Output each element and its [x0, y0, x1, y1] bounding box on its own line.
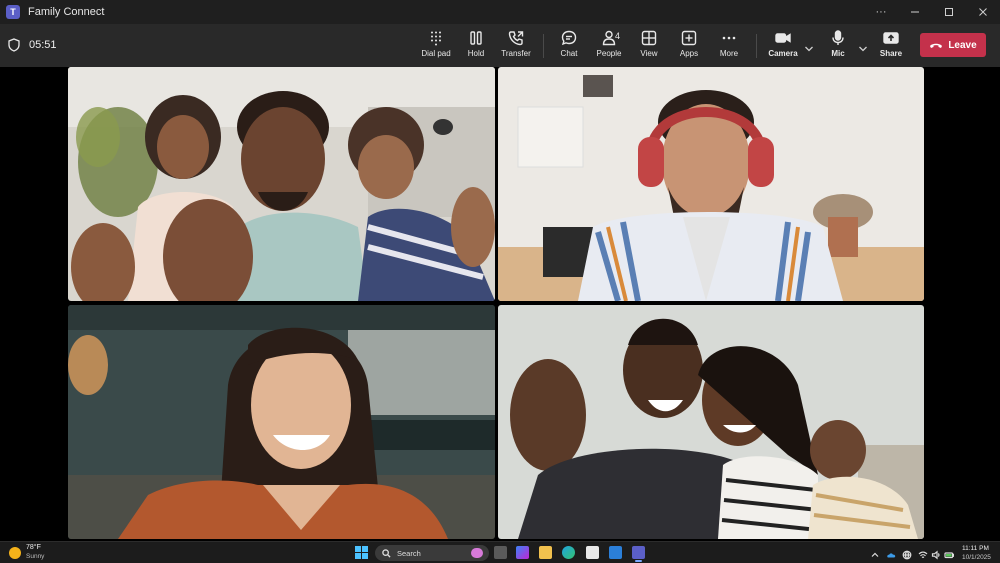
teams-taskbar-icon[interactable]: [632, 546, 645, 562]
more-options-icon: ···: [875, 6, 887, 18]
toolbar-divider: [756, 34, 757, 58]
camera-options-button[interactable]: [804, 40, 814, 52]
onedrive-icon[interactable]: [886, 547, 896, 558]
family-with-baby-video: [498, 305, 924, 539]
call-toolbar: 05:51 Dial pad Hold Transfer Chat 4 Peop…: [0, 24, 1000, 67]
close-icon: [979, 8, 987, 16]
transfer-button[interactable]: Transfer: [495, 30, 537, 62]
chevron-down-icon: [805, 46, 813, 52]
view-label: View: [640, 49, 658, 58]
battery-icon[interactable]: [944, 547, 955, 559]
participant-video-tile[interactable]: [68, 67, 495, 301]
store-icon[interactable]: [609, 546, 622, 559]
ellipsis-icon: [722, 36, 736, 40]
volume-icon[interactable]: [931, 547, 941, 560]
mic-options-button[interactable]: [858, 40, 868, 52]
title-bar: T Family Connect ···: [0, 0, 1000, 24]
search-icon: [382, 548, 391, 558]
clock-date[interactable]: 10/1/2025: [962, 554, 991, 561]
mic-label: Mic: [831, 49, 845, 58]
grid-view-icon: [641, 30, 657, 46]
more-button[interactable]: More: [708, 30, 750, 62]
chat-icon: [561, 30, 577, 46]
participant-video-tile[interactable]: [498, 67, 924, 301]
people-button[interactable]: 4 People: [588, 30, 630, 62]
leave-label: Leave: [948, 39, 977, 51]
leave-call-button[interactable]: Leave: [920, 33, 986, 57]
toolbar-divider: [543, 34, 544, 58]
windows-taskbar: 78°F Sunny Search 11:11 PM 10/1/2025: [0, 541, 1000, 563]
window-controls: ···: [864, 0, 1000, 24]
windows-start-icon[interactable]: [355, 546, 368, 559]
camera-button[interactable]: Camera: [762, 30, 804, 62]
hold-label: Hold: [467, 49, 485, 58]
more-options-button[interactable]: ···: [864, 0, 898, 24]
video-stage: [0, 67, 1000, 541]
window-title: Family Connect: [28, 6, 105, 18]
participant-video-tile[interactable]: [68, 305, 495, 539]
man-with-headphones-video: [498, 67, 924, 301]
mic-button[interactable]: Mic: [817, 30, 859, 62]
weather-description[interactable]: Sunny: [26, 553, 44, 560]
edge-browser-icon[interactable]: [562, 546, 575, 559]
more-label: More: [719, 49, 739, 58]
file-explorer-icon[interactable]: [539, 546, 552, 559]
add-app-icon: [681, 30, 697, 46]
teams-logo-icon: T: [6, 5, 20, 19]
calendar-icon[interactable]: [586, 546, 599, 559]
wifi-icon[interactable]: [918, 547, 928, 558]
network-icon[interactable]: [902, 547, 912, 560]
dial-pad-label: Dial pad: [421, 49, 451, 58]
phone-transfer-icon: [508, 31, 524, 46]
chat-button[interactable]: Chat: [548, 30, 590, 62]
share-label: Share: [879, 49, 903, 58]
task-view-icon[interactable]: [494, 546, 507, 559]
people-label: People: [596, 49, 622, 58]
woman-smiling-video: [68, 305, 495, 539]
transfer-label: Transfer: [501, 49, 531, 58]
clock-time[interactable]: 11:11 PM: [962, 545, 989, 552]
hang-up-icon: [930, 43, 943, 48]
chat-label: Chat: [560, 49, 578, 58]
microphone-icon: [832, 30, 844, 45]
pause-icon: [470, 31, 482, 45]
search-placeholder: Search: [397, 548, 421, 558]
taskbar-search[interactable]: Search: [375, 545, 489, 561]
maximize-button[interactable]: [932, 0, 966, 24]
dial-pad-icon: [431, 31, 441, 46]
people-count-badge: 4: [615, 31, 621, 41]
search-highlight-icon: [471, 548, 483, 558]
shield-icon: [8, 38, 20, 52]
view-button[interactable]: View: [628, 30, 670, 62]
minimize-button[interactable]: [898, 0, 932, 24]
apps-label: Apps: [679, 49, 699, 58]
hold-button[interactable]: Hold: [455, 30, 497, 62]
share-screen-icon: [883, 32, 899, 44]
copilot-icon[interactable]: [516, 546, 529, 559]
weather-temperature[interactable]: 78°F: [26, 544, 41, 551]
maximize-icon: [945, 8, 953, 16]
chevron-down-icon: [859, 46, 867, 52]
share-button[interactable]: Share: [870, 30, 912, 62]
chevron-up-icon[interactable]: [870, 547, 880, 557]
call-timer: 05:51: [29, 39, 57, 51]
apps-button[interactable]: Apps: [668, 30, 710, 62]
dial-pad-button[interactable]: Dial pad: [415, 30, 457, 62]
minimize-icon: [911, 11, 919, 13]
camera-label: Camera: [768, 49, 798, 58]
video-camera-icon: [775, 33, 791, 43]
sun-icon[interactable]: [9, 547, 21, 559]
close-button[interactable]: [966, 0, 1000, 24]
family-waving-video: [68, 67, 495, 301]
participant-video-tile[interactable]: [498, 305, 924, 539]
